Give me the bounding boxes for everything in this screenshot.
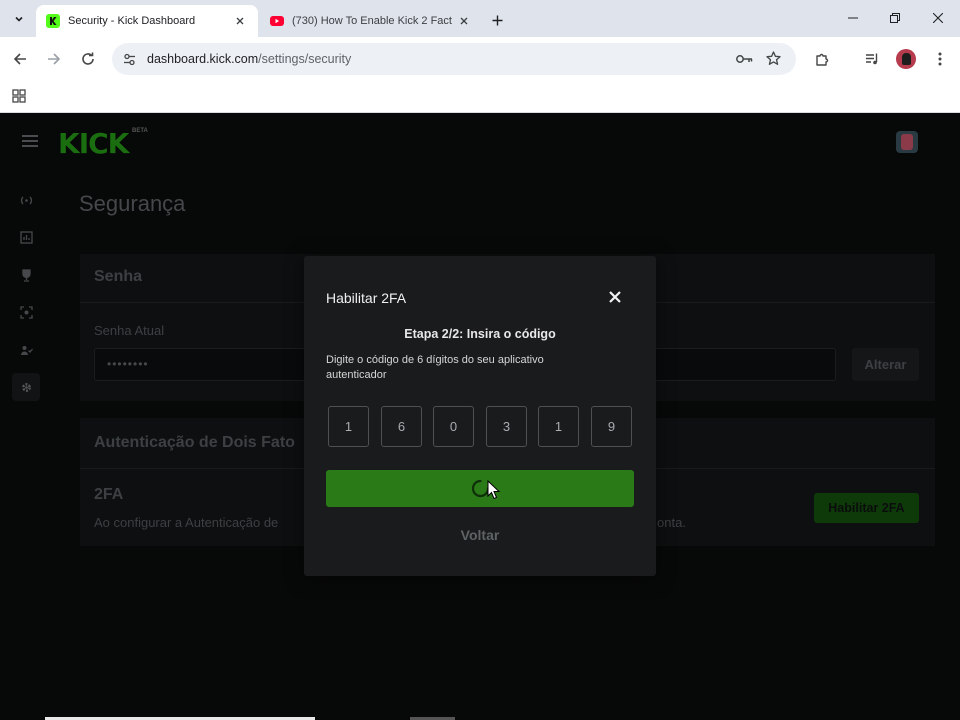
two-factor-subtitle: 2FA <box>94 486 124 503</box>
sidebar-item-analytics[interactable] <box>12 223 40 251</box>
close-icon <box>933 13 943 23</box>
two-factor-description-end: onta. <box>657 515 686 530</box>
browser-menu-button[interactable] <box>928 47 952 71</box>
plus-icon <box>492 15 502 25</box>
trophy-icon <box>21 268 31 282</box>
apps-grid-icon[interactable] <box>12 89 26 103</box>
profile-avatar[interactable] <box>894 47 918 71</box>
submit-code-button[interactable] <box>326 470 634 507</box>
sidebar-item-achievements[interactable] <box>12 261 40 289</box>
back-button[interactable]: Voltar <box>304 527 656 543</box>
code-digit-input[interactable]: 1 <box>328 406 369 447</box>
reload-button[interactable] <box>76 47 100 71</box>
media-control-button[interactable] <box>860 47 884 71</box>
close-window-button[interactable] <box>923 6 953 30</box>
tab-close-icon[interactable] <box>232 13 248 29</box>
minimize-icon <box>848 17 858 19</box>
chevron-down-icon <box>15 16 23 22</box>
change-password-button[interactable]: Alterar <box>852 348 919 381</box>
bookmarks-bar <box>0 81 960 113</box>
url-path: /settings/security <box>258 52 352 66</box>
modal-step-heading: Etapa 2/2: Insira o código <box>404 327 556 341</box>
two-factor-description: Ao configurar a Autenticação de <box>94 515 279 530</box>
password-value: •••••••• <box>107 357 149 371</box>
puzzle-icon <box>815 53 828 66</box>
restore-icon <box>890 13 900 23</box>
extensions-button[interactable] <box>810 47 834 71</box>
sidebar-item-moderation[interactable] <box>12 298 40 326</box>
two-factor-card-title: Autenticação de Dois Fato <box>94 434 295 451</box>
mouse-cursor-icon <box>487 480 501 500</box>
sidebar-item-community[interactable] <box>12 336 40 364</box>
tab-title: Security - Kick Dashboard <box>68 15 196 27</box>
sidebar-item-live[interactable] <box>12 186 40 214</box>
community-icon <box>20 345 33 355</box>
close-icon[interactable] <box>607 289 623 305</box>
playlist-icon <box>865 53 877 65</box>
arrow-left-icon <box>13 53 26 65</box>
password-card-title: Senha <box>94 268 143 285</box>
analytics-icon <box>19 230 33 244</box>
tab-youtube-video[interactable]: (730) How To Enable Kick 2 Fact <box>260 5 482 37</box>
page-title: Segurança <box>79 191 186 216</box>
code-digit-input[interactable]: 1 <box>538 406 579 447</box>
browser-toolbar: dashboard.kick.com/settings/security <box>0 37 960 81</box>
kick-logo[interactable]: KICK <box>58 127 129 160</box>
password-key-icon[interactable] <box>736 53 753 65</box>
youtube-favicon-icon <box>270 16 284 26</box>
kebab-menu-icon <box>938 52 942 66</box>
enable-2fa-modal: Habilitar 2FA Etapa 2/2: Insira o código… <box>304 256 656 576</box>
url-text: dashboard.kick.com/settings/security <box>147 52 351 66</box>
url-host: dashboard.kick.com <box>147 52 259 66</box>
address-bar[interactable]: dashboard.kick.com/settings/security <box>112 43 796 75</box>
site-info-icon[interactable] <box>123 53 136 66</box>
tab-strip: Security - Kick Dashboard (730) How To E… <box>0 0 960 37</box>
restore-button[interactable] <box>880 6 910 30</box>
tab-title: (730) How To Enable Kick 2 Fact <box>292 15 452 27</box>
code-digit-input[interactable]: 6 <box>381 406 422 447</box>
code-digit-input[interactable]: 0 <box>433 406 474 447</box>
settings-icon <box>21 382 31 392</box>
tab-close-icon[interactable] <box>456 13 472 29</box>
avatar <box>896 49 916 69</box>
beta-badge: BETA <box>132 128 148 134</box>
tab-search-button[interactable] <box>8 8 30 30</box>
back-button[interactable] <box>8 47 32 71</box>
live-icon <box>20 196 32 204</box>
new-tab-button[interactable] <box>486 9 508 31</box>
hamburger-menu-icon[interactable] <box>22 135 38 147</box>
sidebar-item-settings[interactable] <box>12 373 40 401</box>
enable-2fa-button[interactable]: Habilitar 2FA <box>814 493 919 523</box>
bookmark-star-icon[interactable] <box>766 51 781 66</box>
code-digit-input[interactable]: 9 <box>591 406 632 447</box>
forward-button[interactable] <box>42 47 66 71</box>
code-digit-input[interactable]: 3 <box>486 406 527 447</box>
moderation-icon <box>19 305 33 319</box>
arrow-right-icon <box>48 53 61 65</box>
modal-title: Habilitar 2FA <box>326 290 407 306</box>
minimize-button[interactable] <box>838 6 868 30</box>
tab-kick-dashboard[interactable]: Security - Kick Dashboard <box>36 5 258 37</box>
current-password-label: Senha Atual <box>94 323 165 338</box>
modal-description: Digite o código de 6 dígitos do seu apli… <box>326 354 544 381</box>
user-avatar[interactable] <box>896 131 918 153</box>
kick-favicon-icon <box>46 14 60 28</box>
reload-icon <box>82 52 94 65</box>
